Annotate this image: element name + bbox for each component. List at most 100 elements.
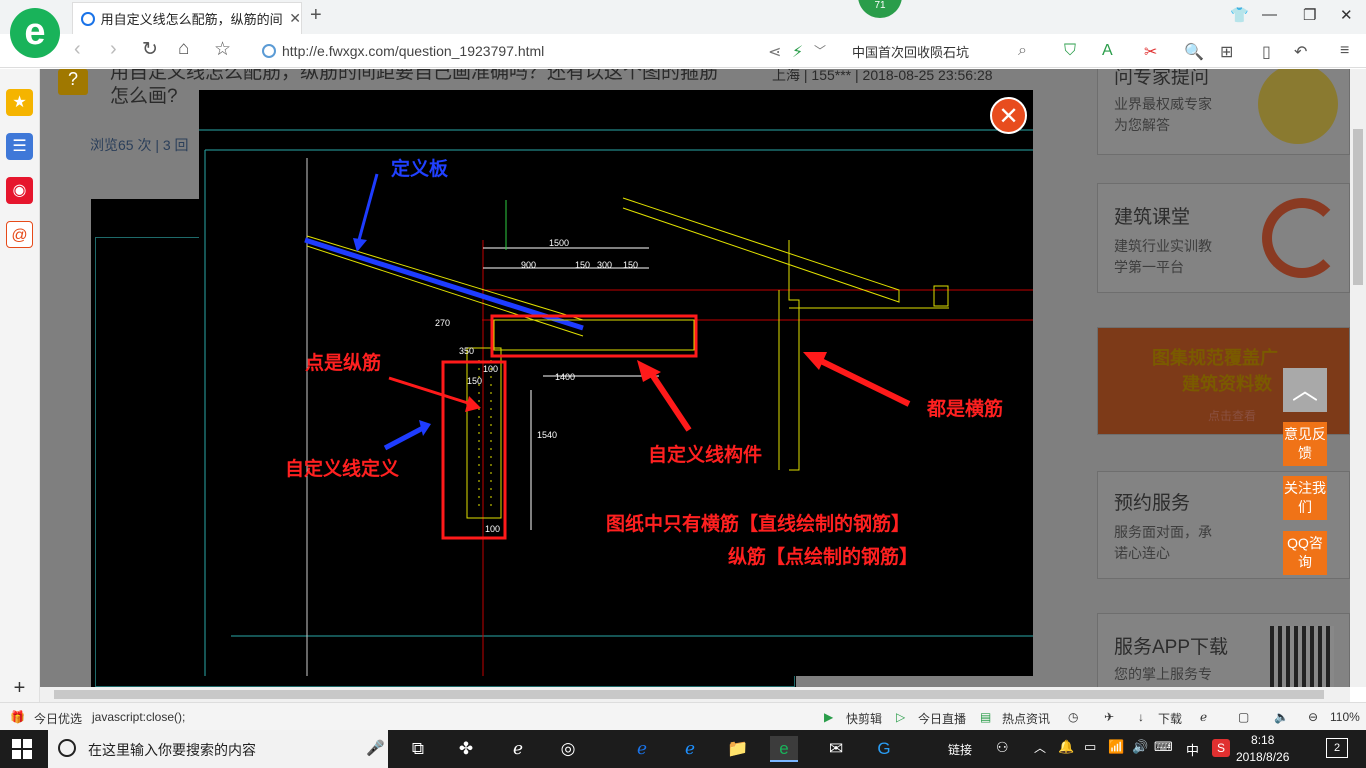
weibo-icon[interactable]: ◉	[6, 177, 33, 204]
globe-icon	[262, 44, 276, 58]
notification-badge[interactable]: 71	[858, 0, 902, 18]
vertical-scrollbar[interactable]	[1350, 69, 1366, 687]
magnifier-icon[interactable]: 🔍	[1184, 42, 1204, 62]
add-icon[interactable]: +	[6, 675, 33, 702]
dim-label: 900	[521, 260, 537, 270]
phone-icon[interactable]: ▯	[1262, 42, 1271, 62]
url-text[interactable]: http://e.fwxgx.com/question_1923797.html	[282, 43, 544, 59]
zoom-out-icon[interactable]: ⊖	[1308, 710, 1318, 724]
live-icon[interactable]: ▷	[896, 710, 905, 724]
browser-logo-icon[interactable]: e	[10, 8, 60, 58]
lightning-icon[interactable]: ⚡	[792, 42, 803, 62]
clock[interactable]: 8:18 2018/8/26	[1236, 732, 1289, 766]
favorite-star-icon[interactable]: ☆	[214, 38, 231, 61]
qq-consult-button[interactable]: QQ咨询	[1283, 531, 1327, 575]
battery-icon[interactable]: ▭	[1084, 739, 1096, 755]
keyboard-icon[interactable]: ⌨	[1154, 739, 1173, 755]
home-icon[interactable]: ⌂	[178, 38, 189, 60]
tab-close-icon[interactable]: ✕	[289, 10, 301, 27]
menu-icon[interactable]: ≡	[1340, 42, 1349, 60]
news-ticker[interactable]: 中国首次回收陨石坑	[852, 42, 969, 61]
clock-date: 2018/8/26	[1236, 750, 1290, 764]
microphone-icon[interactable]: 🎤	[366, 739, 385, 757]
chevron-up-icon[interactable]: ︿	[1034, 739, 1046, 756]
sound-icon[interactable]: 🔈	[1274, 710, 1289, 724]
sogou-icon[interactable]: S	[1212, 739, 1230, 757]
card-subtitle: 为您解答	[1114, 117, 1170, 133]
feedback-button[interactable]: 意见反馈	[1283, 422, 1327, 466]
video-clip-icon[interactable]: ▶	[824, 710, 833, 724]
pin-icon[interactable]: ✈	[1104, 710, 1114, 724]
scissors-icon[interactable]: ✂	[1144, 42, 1157, 62]
pinwheel-app-icon[interactable]: ✤	[452, 736, 480, 762]
browser-2345-icon[interactable]: e	[770, 736, 798, 762]
live-link[interactable]: 今日直播	[918, 710, 966, 727]
maximize-button[interactable]: ❐	[1303, 6, 1316, 24]
mail-icon[interactable]: @	[6, 221, 33, 248]
download-icon[interactable]: ↓	[1138, 710, 1144, 724]
minimize-button[interactable]: —	[1262, 6, 1277, 23]
edge-icon[interactable]: ℯ	[628, 736, 656, 762]
back-icon[interactable]: ‹	[74, 38, 81, 61]
new-tab-button[interactable]: +	[310, 4, 322, 27]
dim-label: 150	[575, 260, 591, 270]
address-bar[interactable]: http://e.fwxgx.com/question_1923797.html	[262, 39, 762, 63]
quick-clip-link[interactable]: 快剪辑	[846, 710, 882, 727]
share-icon[interactable]: ⋖	[768, 42, 781, 62]
zoom-level[interactable]: 110%	[1330, 710, 1360, 724]
action-center-icon[interactable]: 2	[1326, 738, 1348, 758]
wifi-icon[interactable]: 📶	[1108, 739, 1124, 755]
browser-tab[interactable]: 用自定义线怎么配筋，纵筋的间距 ✕	[72, 2, 302, 34]
horizontal-scrollbar[interactable]	[40, 687, 1350, 702]
translate-icon[interactable]: A	[1102, 42, 1113, 60]
window-icon[interactable]: ▢	[1238, 710, 1249, 724]
ime-indicator[interactable]: 中	[1186, 740, 1199, 759]
follow-us-button[interactable]: 关注我们	[1283, 476, 1327, 520]
link-toolbar[interactable]: 链接	[948, 741, 972, 758]
apps-grid-icon[interactable]: ⊞	[1220, 42, 1233, 62]
scrollbar-thumb[interactable]	[54, 690, 1324, 699]
view-count: 浏览65 次 | 3 回	[90, 137, 189, 153]
task-view-icon[interactable]: ⧉	[404, 736, 432, 762]
undo-icon[interactable]: ↶	[1294, 42, 1307, 62]
shield-icon[interactable]: ⛉	[1064, 42, 1076, 60]
banner-subtitle: 建筑资料数	[1182, 374, 1272, 394]
search-icon[interactable]: ⌕	[1018, 42, 1027, 60]
swirl-app-icon[interactable]: ◎	[554, 736, 582, 762]
favorites-star-icon[interactable]: ★	[6, 89, 33, 116]
bell-icon[interactable]: 🔔	[1058, 739, 1074, 755]
hot-news-link[interactable]: 热点资讯	[1002, 710, 1050, 727]
course-card[interactable]: 建筑课堂 建筑行业实训教 学第一平台	[1097, 183, 1350, 293]
volume-icon[interactable]: 🔊	[1132, 739, 1148, 755]
reader-list-icon[interactable]: ☰	[6, 133, 33, 160]
speed-icon[interactable]: ◷	[1068, 710, 1078, 724]
taskbar: 在这里输入你要搜索的内容 🎤 ⧉ ✤ ℯ ◎ ℯ ℯ 📁 e ✉ G 链接 ⚇ …	[0, 730, 1366, 768]
ie-browser-icon[interactable]: ℯ	[504, 736, 532, 762]
download-link[interactable]: 下载	[1158, 710, 1182, 727]
ie-mode-icon[interactable]: ℯ	[1200, 710, 1207, 724]
file-explorer-icon[interactable]: 📁	[724, 736, 752, 762]
glodon-app-icon[interactable]: G	[870, 736, 898, 762]
skin-icon[interactable]: 👕	[1230, 6, 1249, 24]
windows-start-icon[interactable]	[12, 739, 32, 759]
back-to-top-button[interactable]: ︿	[1283, 368, 1327, 412]
dim-label: 350	[459, 346, 475, 356]
mail-app-icon[interactable]: ✉	[822, 736, 850, 762]
today-picks-link[interactable]: 今日优选	[34, 710, 82, 727]
refresh-icon[interactable]: ↻	[142, 38, 158, 61]
navigation-bar: ‹ › ↻ ⌂ ☆ http://e.fwxgx.com/question_19…	[0, 34, 1366, 68]
lightbox-close-button[interactable]: ✕	[990, 97, 1027, 134]
taskbar-search[interactable]: 在这里输入你要搜索的内容 🎤	[48, 730, 388, 768]
banner-link[interactable]: 点击查看	[1208, 406, 1256, 427]
news-icon[interactable]: ▤	[980, 710, 991, 724]
forward-icon[interactable]: ›	[110, 38, 117, 61]
ie-icon[interactable]: ℯ	[676, 736, 704, 762]
close-window-button[interactable]: ✕	[1340, 6, 1353, 24]
people-icon[interactable]: ⚇	[996, 739, 1009, 756]
ask-expert-card[interactable]: 问专家提问 业界最权威专家 为您解答	[1097, 69, 1350, 155]
app-download-card[interactable]: 服务APP下载 您的掌上服务专	[1097, 613, 1350, 687]
dim-label: 270	[435, 318, 451, 328]
scrollbar-thumb[interactable]	[1353, 129, 1363, 285]
chevron-down-icon[interactable]: ﹀	[814, 42, 826, 59]
gift-icon[interactable]: 🎁	[10, 710, 25, 724]
